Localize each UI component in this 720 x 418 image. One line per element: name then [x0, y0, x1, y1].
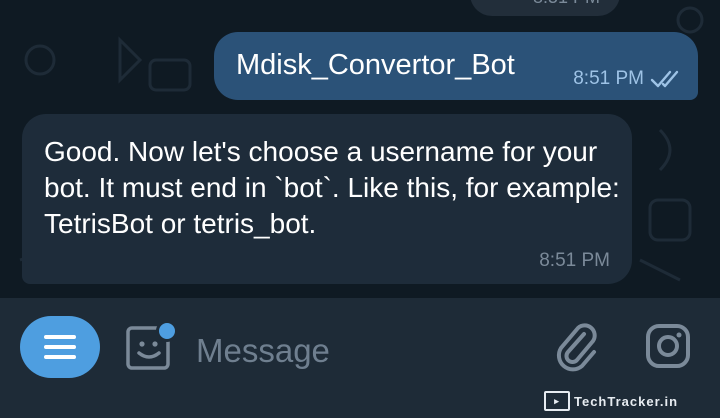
message-time: 8:51 PM [539, 250, 610, 271]
outgoing-message-bubble[interactable]: Mdisk_Convertor_Bot 8:51 PM [214, 32, 698, 100]
menu-icon-line [44, 345, 76, 349]
previous-message-bubble[interactable]: 8:51 PM [470, 0, 620, 16]
incoming-message-bubble[interactable]: Good. Now let's choose a username for yo… [22, 114, 632, 284]
watermark: ▸ TechTracker.in [544, 391, 678, 411]
paperclip-icon[interactable] [552, 320, 600, 376]
watermark-logo-icon: ▸ [544, 391, 570, 411]
message-time: 8:51 PM [573, 68, 644, 89]
message-text: Mdisk_Convertor_Bot [236, 49, 515, 81]
message-text: Good. Now let's choose a username for yo… [44, 136, 620, 239]
menu-icon-line [44, 355, 76, 359]
message-input[interactable] [194, 328, 518, 374]
menu-button[interactable] [20, 316, 100, 378]
double-check-icon [650, 70, 679, 88]
message-meta: 8:51 PM [573, 68, 684, 90]
menu-icon-line [44, 335, 76, 339]
new-sticker-badge [156, 320, 178, 342]
camera-icon[interactable] [644, 322, 692, 370]
chat-area: 8:51 PM Mdisk_Convertor_Bot 8:51 PM Good… [0, 0, 720, 298]
watermark-text: TechTracker.in [574, 393, 679, 409]
message-time: 8:51 PM [533, 0, 600, 8]
